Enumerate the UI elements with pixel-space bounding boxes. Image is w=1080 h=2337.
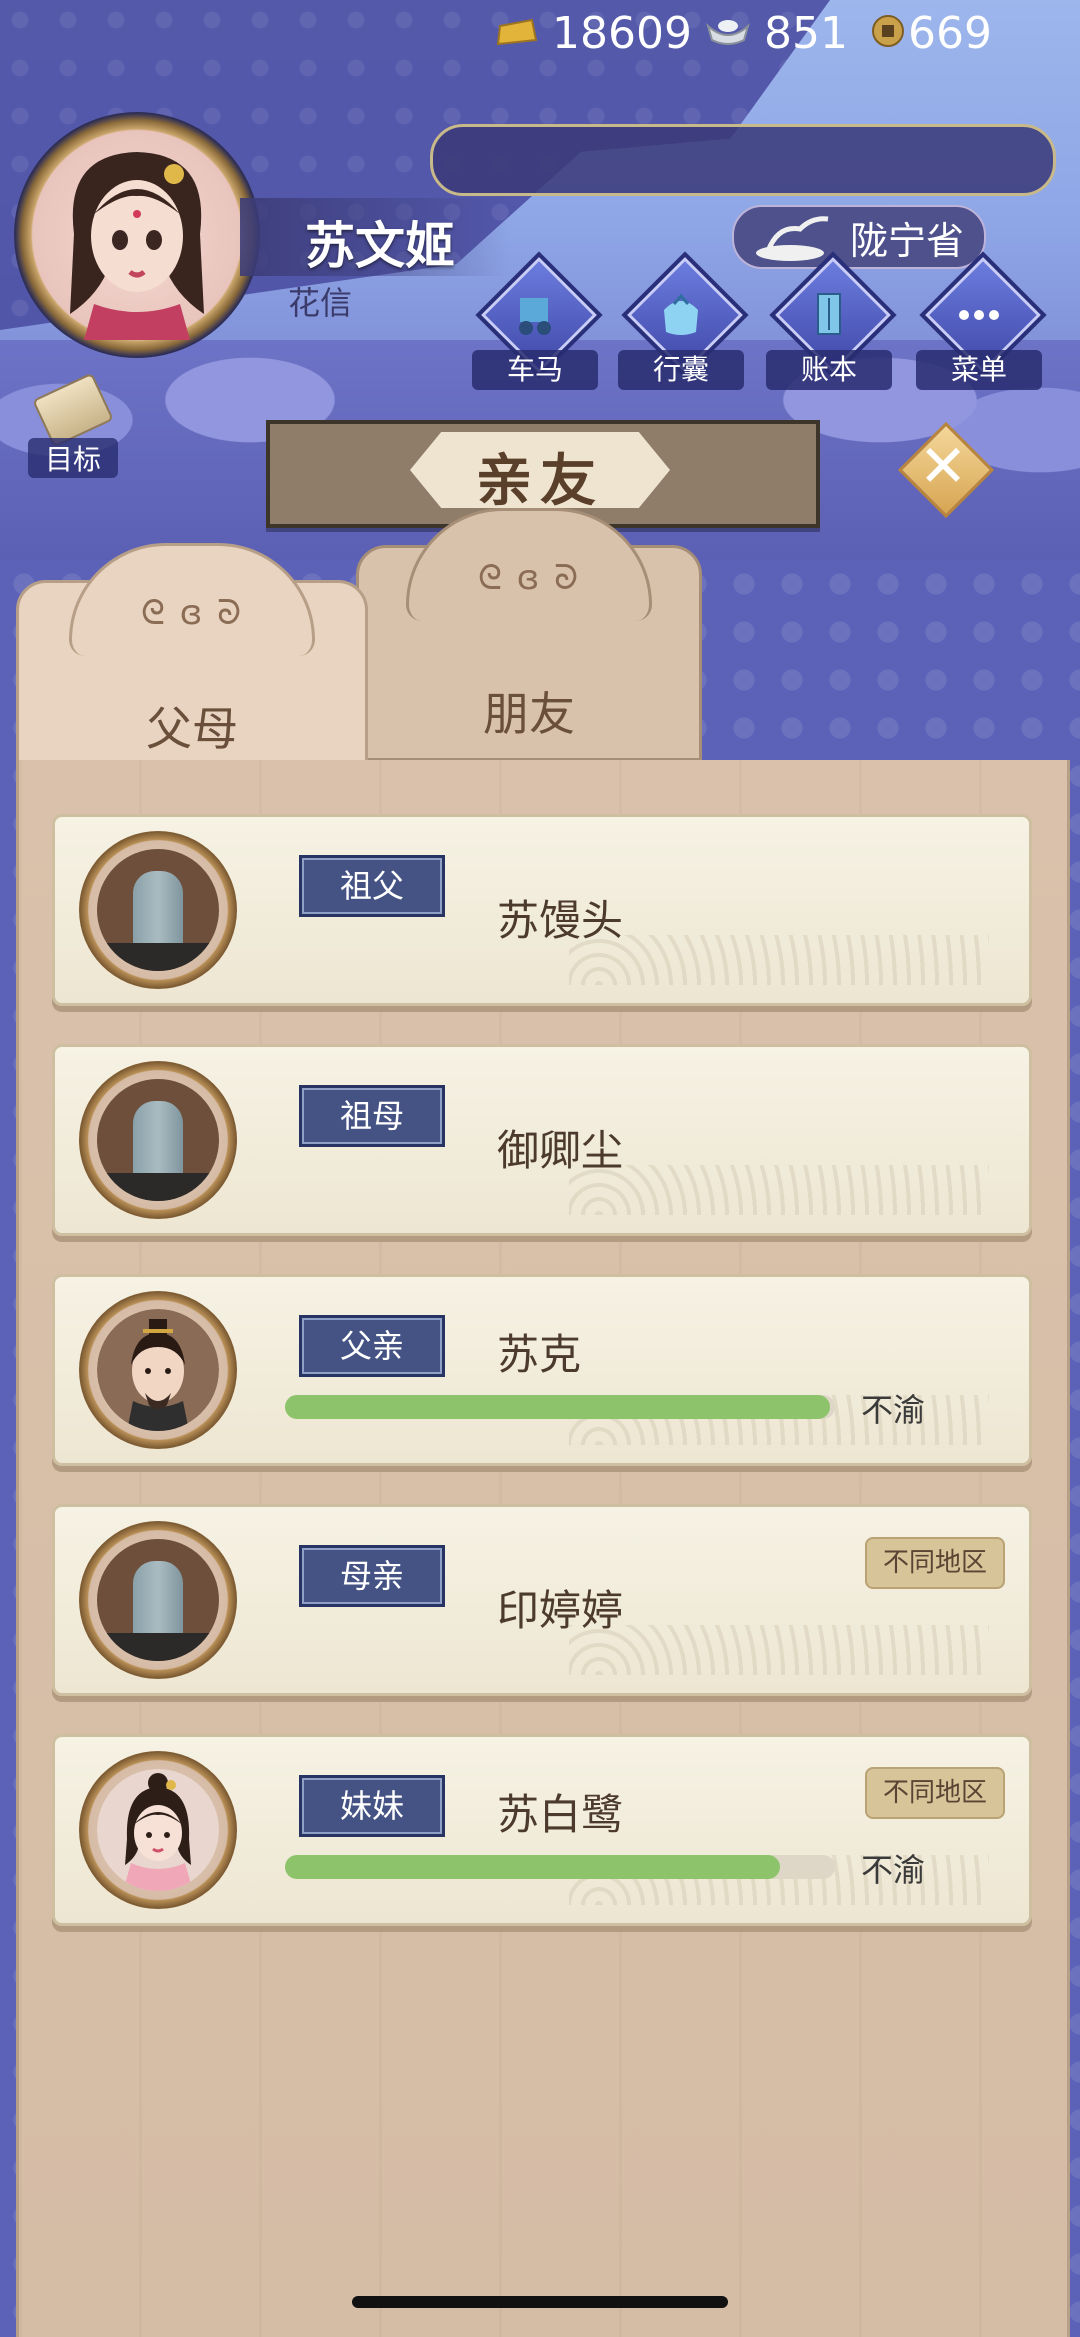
target-label: 目标: [28, 438, 118, 478]
carriage-icon: [519, 298, 551, 335]
carriage-button[interactable]: 车马: [472, 251, 603, 390]
bag-icon: [664, 293, 698, 335]
member-avatar: [79, 1061, 237, 1219]
target-button[interactable]: 目标: [18, 372, 128, 480]
page-title: 亲友: [476, 449, 604, 514]
currency-bar: [430, 124, 1056, 196]
scroll-icon: [32, 372, 114, 448]
mood-bar: [285, 1395, 835, 1419]
gold-amount: 18609: [552, 8, 692, 59]
close-button[interactable]: ✕: [896, 420, 995, 519]
player-portrait-icon: [70, 152, 204, 340]
bag-button[interactable]: 行囊: [618, 251, 749, 390]
mood-text: 不渝: [861, 1391, 926, 1429]
main-menu-label: 菜单: [916, 350, 1042, 390]
ledger-label: 账本: [766, 350, 892, 390]
relation-tag: 祖母: [299, 1085, 445, 1147]
relation-tag: 妹妹: [299, 1775, 445, 1837]
member-name: 苏克: [497, 1330, 582, 1379]
swirl-ornament-icon: ᘓ ɞ ᘐ: [140, 593, 244, 633]
family-card-grandfather[interactable]: 祖父 苏馒头: [52, 814, 1032, 1006]
member-name: 苏白鹭: [497, 1790, 624, 1839]
wave-pattern: [569, 1625, 989, 1675]
father-portrait-icon: [97, 1309, 219, 1431]
gold-ingot-icon: [496, 18, 538, 46]
carriage-label: 车马: [472, 350, 598, 390]
tombstone-icon: [97, 1539, 219, 1661]
family-card-mother[interactable]: 母亲 印婷婷 不同地区: [52, 1504, 1032, 1696]
region-name: 陇宁省: [850, 219, 965, 263]
different-region-badge: 不同地区: [865, 1537, 1005, 1589]
copper-coin-icon: [872, 15, 904, 47]
relation-tag: 父亲: [299, 1315, 445, 1377]
tombstone-icon: [97, 1079, 219, 1201]
member-name: 印婷婷: [497, 1586, 624, 1635]
tab-friends-label: 朋友: [483, 687, 575, 741]
member-avatar: [79, 1751, 237, 1909]
player-name: 苏文姬: [305, 217, 455, 275]
home-indicator[interactable]: [352, 2296, 728, 2308]
different-region-badge: 不同地区: [865, 1767, 1005, 1819]
main-menu-button[interactable]: 菜单: [916, 251, 1047, 390]
member-avatar: [79, 1291, 237, 1449]
tab-parents-label: 父母: [146, 702, 238, 756]
relation-tag: 母亲: [299, 1545, 445, 1607]
mood-bar-fill: [285, 1855, 780, 1879]
tab-friends[interactable]: ᘓ ɞ ᘐ 朋友: [356, 508, 702, 761]
relation-tag: 祖父: [299, 855, 445, 917]
bag-label: 行囊: [618, 350, 744, 390]
player-age-title: 花信: [288, 284, 353, 322]
family-card-grandmother[interactable]: 祖母 御卿尘: [52, 1044, 1032, 1236]
player-avatar[interactable]: [14, 112, 260, 358]
ledger-icon: [817, 293, 841, 335]
family-card-father[interactable]: 父亲 苏克 不渝: [52, 1274, 1032, 1466]
member-name: 御卿尘: [497, 1126, 624, 1175]
mood-bar-fill: [285, 1395, 830, 1419]
silver-ingot-icon: [706, 20, 750, 45]
member-avatar: [79, 831, 237, 989]
member-name: 苏馒头: [497, 896, 624, 945]
ledger-button[interactable]: 账本: [766, 251, 897, 390]
mood-bar: [285, 1855, 835, 1879]
family-card-sister[interactable]: 妹妹 苏白鹭 不渝 不同地区: [52, 1734, 1032, 1926]
close-icon: ✕: [918, 432, 968, 500]
swirl-ornament-icon: ᘓ ɞ ᘐ: [477, 558, 581, 598]
wave-pattern: [569, 1165, 989, 1215]
more-icon: [959, 310, 999, 320]
region-inkstone-icon: [756, 216, 829, 261]
tombstone-icon: [97, 849, 219, 971]
coin-amount: 669: [908, 8, 992, 59]
member-avatar: [79, 1521, 237, 1679]
silver-amount: 851: [764, 8, 848, 59]
tab-parents[interactable]: ᘓ ɞ ᘐ 父母: [16, 543, 368, 776]
sister-portrait-icon: [97, 1769, 219, 1891]
mood-text: 不渝: [861, 1851, 926, 1889]
wave-pattern: [569, 935, 989, 985]
